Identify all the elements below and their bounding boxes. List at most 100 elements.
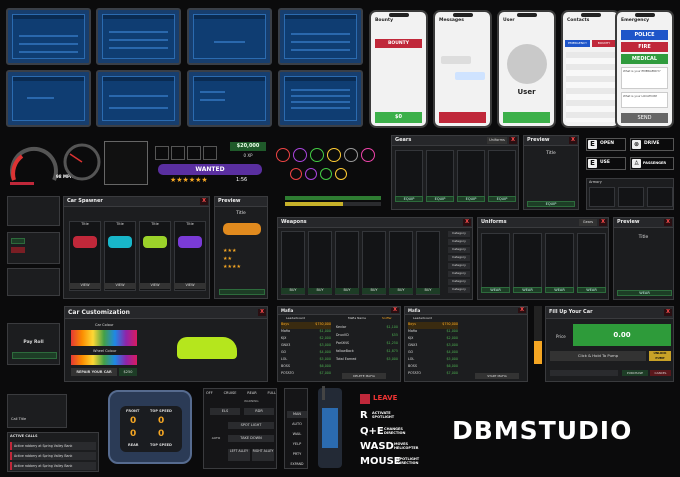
emergency-badge[interactable]: EMERGENCY xyxy=(565,40,590,47)
car-card[interactable]: Title xyxy=(139,221,171,291)
wear-button[interactable]: WEAR xyxy=(545,287,574,293)
accept-button[interactable] xyxy=(11,238,25,244)
tablet-thumb-7[interactable] xyxy=(187,70,272,127)
buy-button[interactable]: BUY xyxy=(335,288,359,294)
uniforms-tab-button[interactable]: Uniforms xyxy=(487,137,507,144)
category-item[interactable]: Category xyxy=(448,263,470,269)
weapon-card[interactable] xyxy=(362,231,386,295)
weapon-card[interactable] xyxy=(389,231,413,295)
close-icon[interactable]: X xyxy=(664,309,672,316)
tablet-thumb-5[interactable] xyxy=(6,70,91,127)
category-item[interactable]: Category xyxy=(448,271,470,277)
send-button[interactable]: SEND xyxy=(621,113,668,123)
close-icon[interactable]: X xyxy=(569,137,577,144)
inventory-slot[interactable] xyxy=(203,146,217,160)
buy-button[interactable]: BUY xyxy=(389,288,413,294)
weapon-card[interactable] xyxy=(281,231,305,295)
view-button[interactable]: VIEW xyxy=(174,283,206,289)
left-alley-button[interactable]: LEFT ALLEY xyxy=(228,449,250,461)
tablet-thumb-2[interactable] xyxy=(96,8,181,65)
yelp-button[interactable]: YELP xyxy=(287,441,307,448)
close-icon[interactable]: X xyxy=(599,219,607,226)
close-icon[interactable]: X xyxy=(509,137,517,144)
uniform-slot[interactable] xyxy=(545,233,574,293)
unlock-pump-button[interactable]: UNLOCK PUMP xyxy=(649,351,671,361)
mode-cruise-button[interactable]: CRUISE xyxy=(224,391,237,397)
tablet-thumb-8[interactable] xyxy=(278,70,363,127)
equip-button[interactable]: EQUIP xyxy=(426,196,454,202)
close-icon[interactable]: X xyxy=(258,309,266,316)
inventory-slot[interactable] xyxy=(187,146,201,160)
member-row[interactable]: fallowBack $1,875 xyxy=(336,349,398,357)
prty-button[interactable]: PRTY xyxy=(287,451,307,458)
armory-slot[interactable] xyxy=(647,187,673,207)
spot-light-button[interactable]: SPOT LIGHT xyxy=(228,422,274,429)
weapon-card[interactable] xyxy=(416,231,440,295)
radio-device[interactable] xyxy=(318,386,342,468)
equip-button[interactable]: EQUIP xyxy=(395,196,423,202)
close-icon[interactable]: X xyxy=(200,198,208,205)
category-item[interactable]: Category xyxy=(448,279,470,285)
decline-button[interactable] xyxy=(11,247,25,253)
category-item[interactable]: Category xyxy=(448,247,470,253)
view-button[interactable]: VIEW xyxy=(104,283,136,289)
category-item[interactable]: Category xyxy=(448,239,470,245)
tablet-thumb-1[interactable] xyxy=(6,8,91,65)
armory-slot[interactable] xyxy=(618,187,644,207)
pay-button[interactable] xyxy=(12,352,57,359)
bounty-amount-button[interactable]: $0 xyxy=(375,112,422,123)
els-button[interactable]: ELS xyxy=(210,408,240,415)
gear-slot[interactable] xyxy=(395,150,423,202)
buy-button[interactable]: BUY xyxy=(308,288,332,294)
wear-button[interactable]: WEAR xyxy=(577,287,606,293)
weapon-card[interactable] xyxy=(335,231,359,295)
repair-button[interactable]: REPAIR YOUR CAR xyxy=(71,368,117,376)
fire-button[interactable]: FIRE xyxy=(621,42,668,52)
wheel-palette[interactable] xyxy=(71,355,137,365)
inventory-slot[interactable] xyxy=(171,146,185,160)
category-item[interactable]: Category xyxy=(448,255,470,261)
buy-button[interactable]: BUY xyxy=(281,288,305,294)
uniform-slot[interactable] xyxy=(513,233,542,293)
purchase-button[interactable]: PURCHASE xyxy=(622,370,648,376)
member-row[interactable]: ParlXNS $1,250 xyxy=(336,341,398,349)
gear-slot[interactable] xyxy=(426,150,454,202)
wear-button[interactable]: WEAR xyxy=(513,287,542,293)
tablet-thumb-4[interactable] xyxy=(278,8,363,65)
auto-button[interactable]: AUTO xyxy=(208,435,224,442)
close-icon[interactable]: X xyxy=(518,308,526,313)
category-item[interactable]: Category xyxy=(448,231,470,237)
spawn-button[interactable] xyxy=(219,289,265,295)
inventory-slot[interactable] xyxy=(155,146,169,160)
police-button[interactable]: POLICE xyxy=(621,30,668,40)
equip-button[interactable]: EQUIP xyxy=(527,201,575,207)
mode-off-button[interactable]: OFF xyxy=(206,391,213,397)
call-item[interactable]: Active robbery at Spring Valley Bank xyxy=(10,442,96,450)
weapon-card[interactable] xyxy=(308,231,332,295)
buy-button[interactable]: BUY xyxy=(362,288,386,294)
wear-button[interactable]: WEAR xyxy=(617,290,672,296)
bounty-button[interactable]: BOUNTY xyxy=(375,39,422,48)
armory-slot[interactable] xyxy=(589,187,615,207)
uniform-slot[interactable] xyxy=(577,233,606,293)
close-icon[interactable]: X xyxy=(463,219,471,226)
mode-full-button[interactable]: FULL xyxy=(268,391,276,397)
tablet-thumb-3[interactable] xyxy=(187,8,272,65)
cancel-button[interactable]: CANCEL xyxy=(650,370,671,376)
rdr-button[interactable]: RDR xyxy=(244,408,274,415)
end-call-button[interactable] xyxy=(439,112,486,123)
gears-tab-button[interactable]: Gears xyxy=(579,219,597,226)
view-button[interactable]: VIEW xyxy=(139,283,171,289)
medical-button[interactable]: MEDICAL xyxy=(621,54,668,64)
auto-siren-button[interactable]: AUTO xyxy=(287,421,307,428)
wail-button[interactable]: WAIL xyxy=(287,431,307,438)
wear-button[interactable]: WEAR xyxy=(481,287,510,293)
view-button[interactable]: VIEW xyxy=(69,283,101,289)
take-down-button[interactable]: TAKE DOWN xyxy=(228,435,274,442)
start-mafia-button[interactable]: START MAFIA xyxy=(475,373,519,379)
expand-button[interactable]: EXPAND xyxy=(287,461,307,468)
colour-palette[interactable] xyxy=(71,330,137,346)
buy-button[interactable]: BUY xyxy=(416,288,440,294)
bounty-badge[interactable]: BOUNTY xyxy=(592,40,616,47)
gear-slot[interactable] xyxy=(457,150,485,202)
